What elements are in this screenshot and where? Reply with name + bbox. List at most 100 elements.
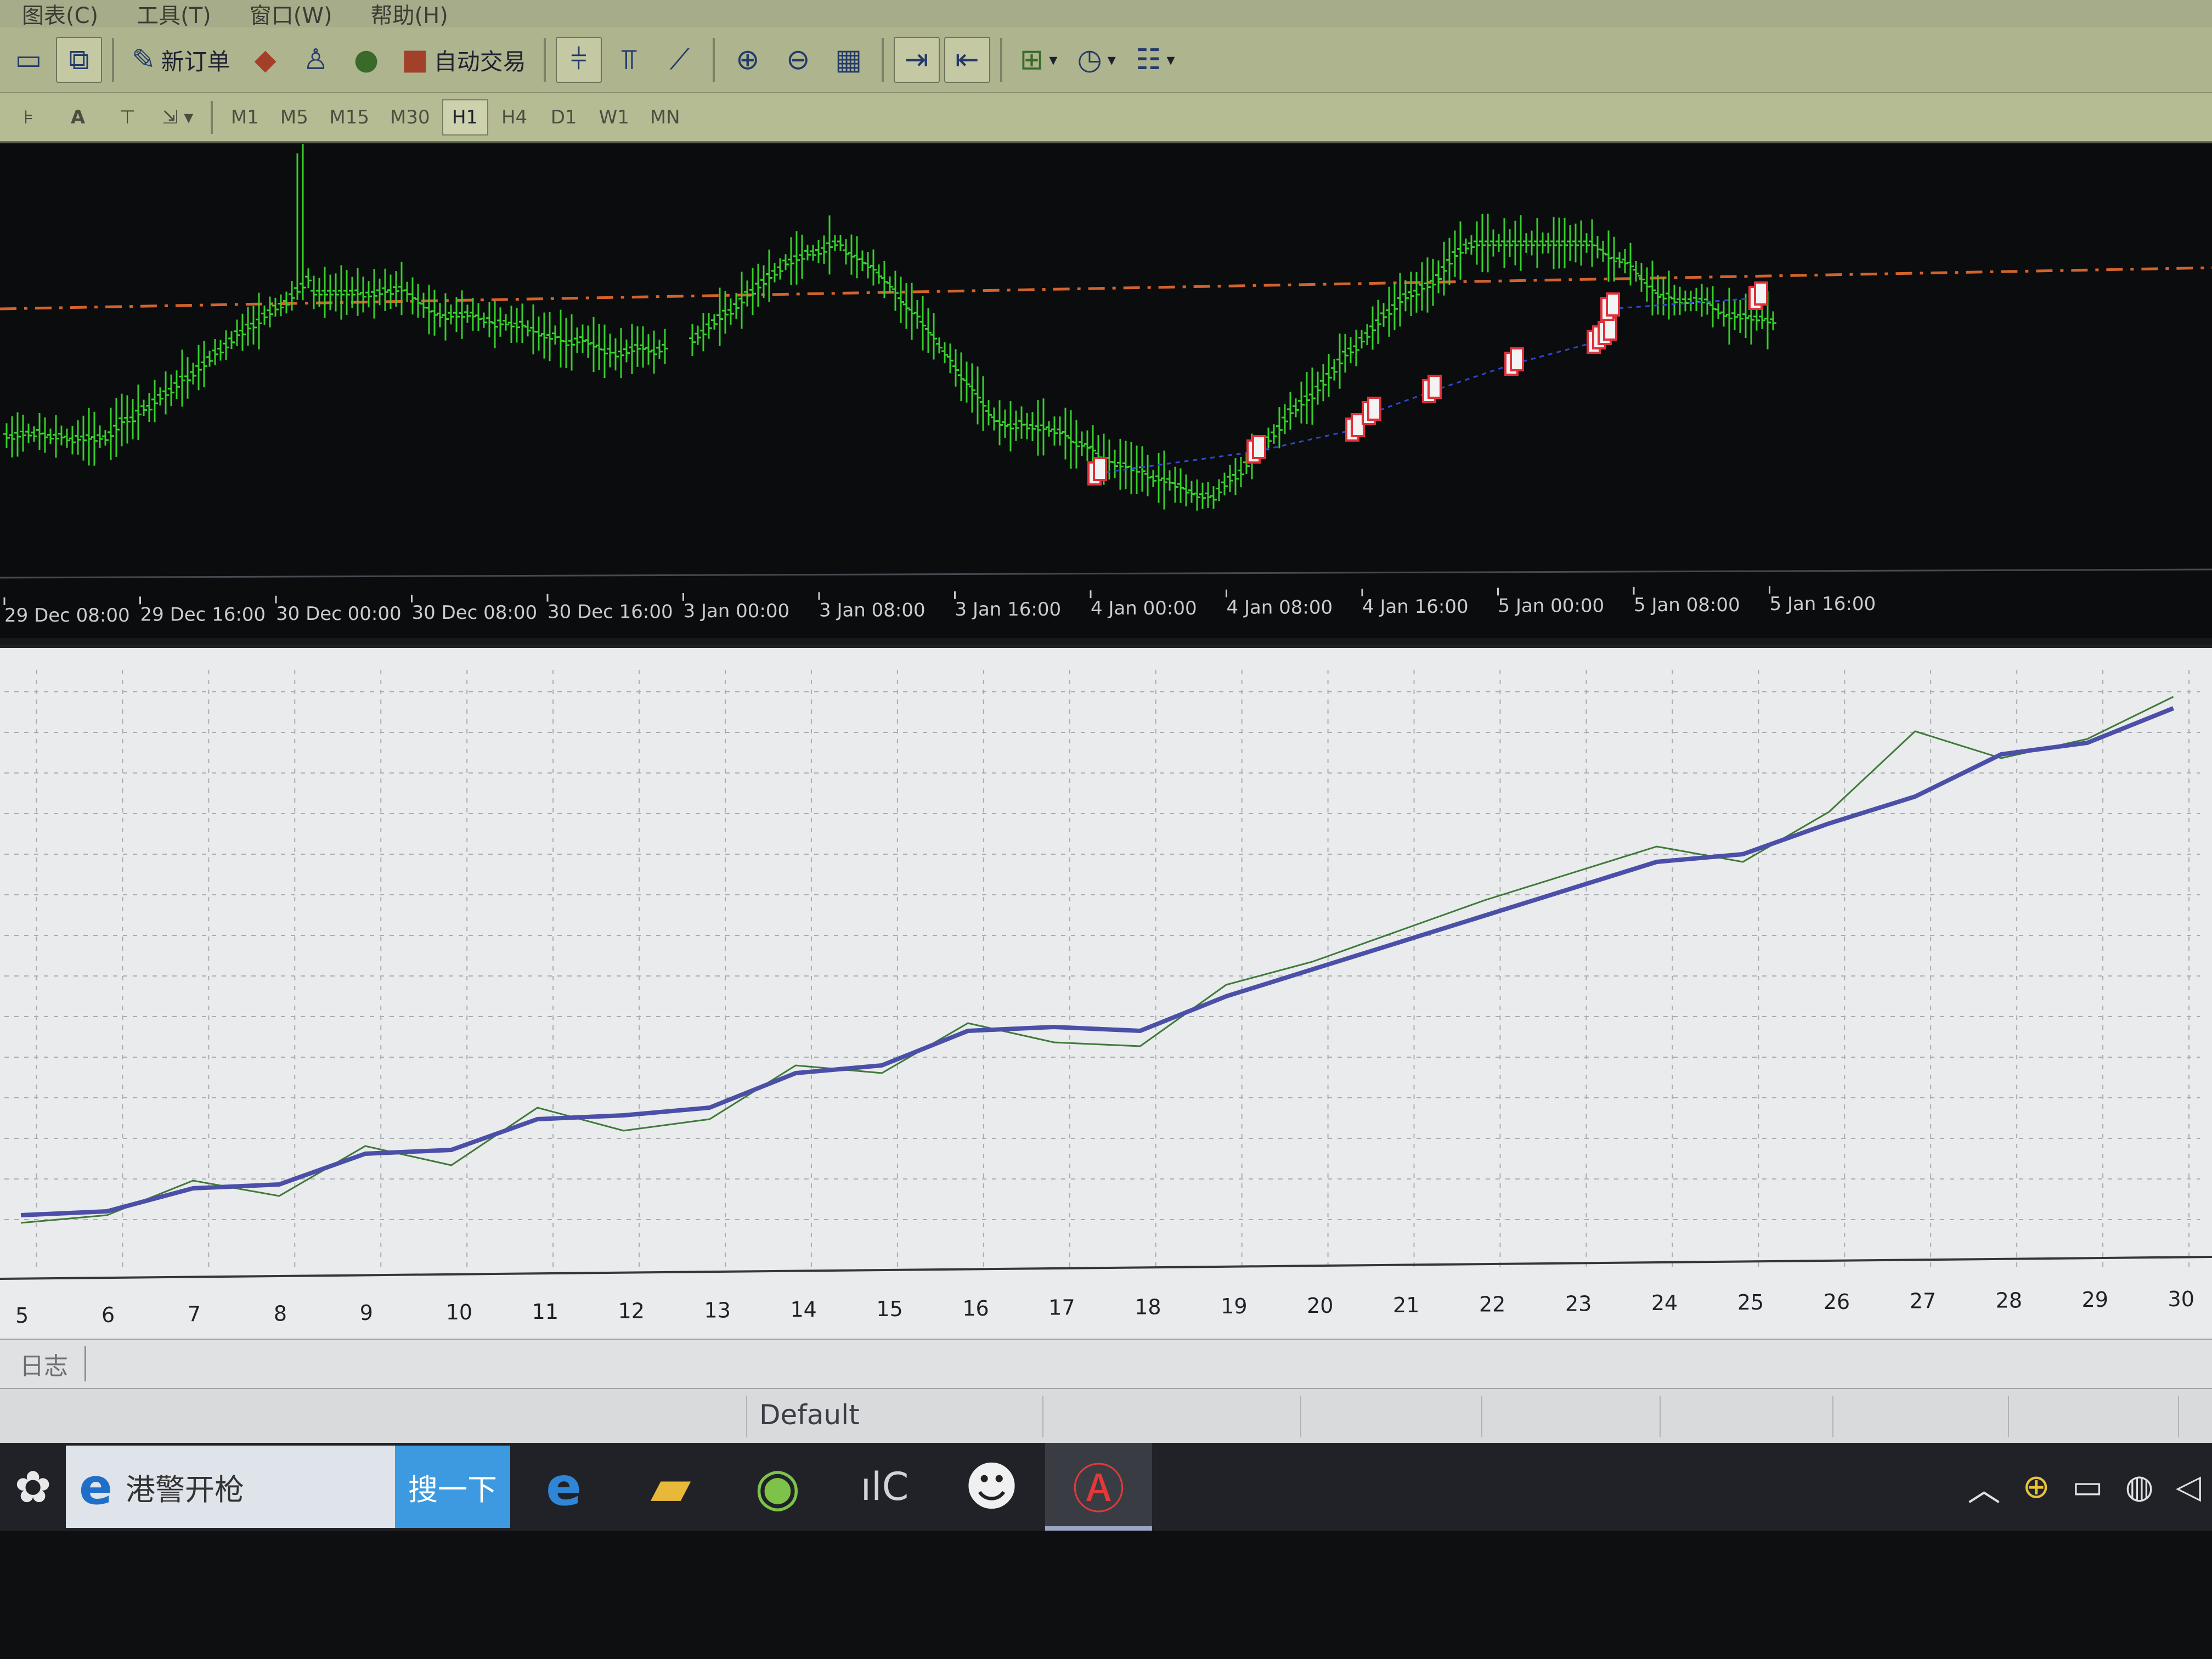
graph-x-label: 7 [188,1302,201,1327]
file-explorer-app[interactable]: ▰ [617,1443,724,1531]
templates-button[interactable]: ☷ ▾ [1128,37,1183,83]
search-button[interactable]: 搜一下 [395,1446,510,1528]
x-axis-label: 5 Jan 16:00 [1770,593,1876,615]
trade-marker [1252,435,1266,459]
toolbar-divider [712,38,715,82]
tf-mn[interactable]: MN [641,99,689,136]
indicators-button[interactable]: ⊞ ▾ [1012,37,1065,83]
graph-x-label: 15 [876,1297,902,1321]
tf-h1[interactable]: H1 [442,99,488,136]
graph-x-label: 19 [1221,1294,1247,1318]
graph-x-label: 8 [274,1301,287,1325]
equity-line [20,696,2174,1224]
security-icon[interactable]: ⊕ [2023,1468,2050,1506]
tile-icon: ▦ [835,43,862,76]
graph-x-label: 6 [101,1303,115,1327]
menu-window[interactable]: 窗口(W) [250,0,332,30]
candlestick-button[interactable]: ⫪ [606,37,652,83]
new-order-button[interactable]: ✎ 新订单 [124,37,238,83]
price-chart[interactable]: 29 Dec 08:00 29 Dec 16:00 30 Dec 00:00 30 D… [0,144,2212,638]
line-chart-icon: ⟋ [669,43,690,76]
line-studies-toolbar: ⊧ A ⊤ ⇲ ▾ M1 M5 M15 M30 H1 H4 D1 W1 MN [0,93,2212,143]
tab-journal[interactable]: 日志 [20,1346,86,1381]
trade-marker [1367,397,1381,421]
graph-x-label: 25 [1737,1290,1764,1314]
profiles-button[interactable]: ▭ [5,37,52,83]
battery-icon[interactable]: ▭ [2072,1468,2103,1506]
graph-x-label: 13 [704,1298,731,1322]
graph-x-label: 5 [15,1304,29,1328]
network-icon[interactable]: ◍ [2125,1468,2153,1506]
person-icon: ♙ [303,43,329,76]
zoom-out-button[interactable]: ⊖ [775,37,821,83]
search-box[interactable]: e 港警开枪 [66,1446,395,1528]
tile-windows-button[interactable]: ▦ [826,37,872,83]
x-axis-label: 3 Jan 16:00 [955,599,1062,620]
browser-app[interactable]: ◉ [724,1443,831,1531]
graph-x-label: 20 [1307,1294,1333,1318]
template-icon: ☷ [1135,43,1161,76]
status-divider [1832,1396,1833,1437]
chevron-up-icon[interactable]: ︿ [1968,1463,2001,1511]
chevron-down-icon: ▾ [1166,50,1175,70]
active-app[interactable]: Ⓐ [1045,1443,1152,1531]
ie-search-icon: e [79,1458,113,1516]
auto-trading-label: 自动交易 [433,48,526,75]
toolbar-divider [543,38,546,82]
tf-d1[interactable]: D1 [541,99,587,136]
menu-tools[interactable]: 工具(T) [137,0,211,30]
status-divider [2008,1396,2009,1437]
x-axis-label: 3 Jan 08:00 [819,599,926,621]
arrows-button[interactable]: ⇲ ▾ [154,99,202,136]
magnifier-window-icon: ⧉ [69,43,89,76]
market-watch-button[interactable]: ⧉ [56,37,102,83]
menu-charts[interactable]: 图表(C) [22,0,98,30]
graph-x-label: 9 [360,1301,373,1325]
tf-w1[interactable]: W1 [590,99,638,136]
graph-x-label: 23 [1565,1291,1592,1316]
bar-chart-button[interactable]: ⫩ [555,37,602,83]
qq-app[interactable]: ☻ [938,1443,1045,1531]
x-axis-label: 3 Jan 00:00 [684,600,790,622]
graph-x-label: 11 [532,1300,558,1324]
start-button[interactable]: ✿ [0,1443,66,1531]
zoom-in-icon: ⊕ [735,43,760,76]
graph-x-label: 12 [618,1299,645,1323]
journal-tab-bar: 日志 [0,1339,2212,1388]
auto-trading-button[interactable]: ■ 自动交易 [394,37,534,83]
x-axis-label: 30 Dec 08:00 [412,602,538,624]
menu-help[interactable]: 帮助(H) [371,0,448,30]
chevron-down-icon: ▾ [1049,50,1058,70]
zoom-in-button[interactable]: ⊕ [725,37,771,83]
graph-x-label: 29 [2082,1288,2108,1312]
text-label-button[interactable]: ⊤ [104,99,150,136]
tester-graph-canvas: 5 6 7 8 9 10 11 12 13 14 15 16 17 18 19 20 21 22 23 24 25 26 2… [0,670,2212,1328]
signals-button[interactable]: ● [343,37,390,83]
auto-scroll-button[interactable]: ⇥ [893,37,940,83]
volume-icon[interactable]: ◁ [2176,1468,2201,1506]
candlestick-icon: ⫪ [621,43,637,76]
x-axis-label: 4 Jan 08:00 [1227,597,1333,619]
line-chart-button[interactable]: ⟋ [657,37,703,83]
fibonacci-button[interactable]: ⊧ [5,99,52,136]
status-divider [1042,1396,1043,1437]
graph-axis-line [0,1256,2212,1280]
tf-h4[interactable]: H4 [492,99,538,136]
edge-icon: e [545,1456,582,1517]
trading-app[interactable]: ılC [831,1443,938,1531]
tf-m1[interactable]: M1 [222,99,268,136]
price-chart-canvas: 29 Dec 08:00 29 Dec 16:00 30 Dec 00:00 30 D… [0,144,2212,627]
tf-m30[interactable]: M30 [381,99,439,136]
tf-m5[interactable]: M5 [271,99,317,136]
strategy-tester-button[interactable]: ♙ [293,37,339,83]
toolbar-divider [1000,38,1002,82]
metaeditor-button[interactable]: ◆ [242,37,289,83]
edge-app[interactable]: e [510,1443,617,1531]
trade-marker [1606,292,1620,317]
periods-button[interactable]: ◷ ▾ [1069,37,1123,83]
tf-m15[interactable]: M15 [320,99,378,136]
auto-trading-icon: ■ [401,43,428,76]
text-button[interactable]: A [55,99,101,136]
status-divider [746,1396,747,1437]
chart-shift-button[interactable]: ⇤ [944,37,990,83]
